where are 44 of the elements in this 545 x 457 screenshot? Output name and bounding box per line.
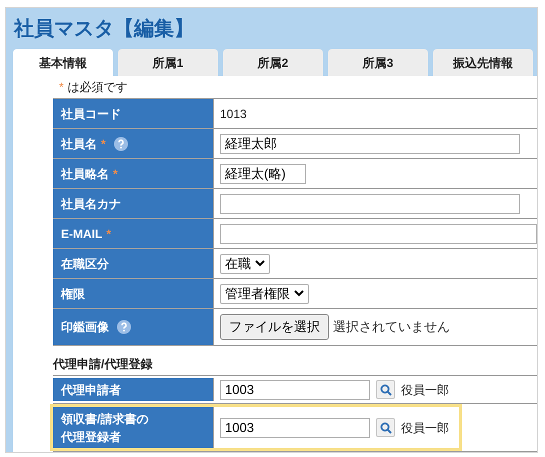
field-label: 代理登録者 <box>61 428 122 446</box>
choose-file-button[interactable]: ファイルを選択 <box>220 314 329 340</box>
input-field[interactable]: 1003 <box>220 418 370 438</box>
field-label: 印鑑画像 <box>61 319 109 336</box>
field-value: 1013 <box>220 106 247 122</box>
required-note: は必須です <box>68 79 128 96</box>
dropdown[interactable]: 管理者権限 <box>220 284 309 304</box>
required-mark: * <box>106 226 111 242</box>
field-label: 領収書/請求書の <box>61 410 148 428</box>
field-label: 在職区分 <box>61 256 109 272</box>
field-label: 社員名カナ <box>61 196 121 212</box>
search-icon <box>380 422 392 434</box>
dropdown[interactable]: 在職 <box>220 254 270 274</box>
search-button[interactable] <box>376 380 395 399</box>
field-label: E-MAIL <box>61 226 102 242</box>
employee-name: 役員一郎 <box>401 420 449 436</box>
section-heading: 代理申請/代理登録 <box>53 356 154 373</box>
search-button[interactable] <box>376 418 395 437</box>
tab[interactable]: 基本情報 <box>13 49 113 76</box>
tab[interactable]: 振込先情報 <box>433 49 533 76</box>
chevron-down-icon <box>255 260 265 267</box>
search-icon <box>380 384 392 396</box>
help-icon[interactable] <box>117 320 131 334</box>
input-field[interactable]: 経理太郎 <box>220 134 520 154</box>
input-field[interactable] <box>220 224 537 244</box>
field-label: 社員略名 <box>61 166 109 182</box>
field-label: 社員コード <box>61 106 121 122</box>
tab[interactable]: 所属3 <box>328 49 428 76</box>
file-status: 選択されていません <box>333 318 450 336</box>
help-icon[interactable] <box>114 136 128 150</box>
input-field[interactable]: 経理太(略) <box>220 164 306 184</box>
chevron-down-icon <box>294 290 304 297</box>
tab[interactable]: 所属2 <box>223 49 323 76</box>
required-mark: * <box>113 166 118 182</box>
page-title: 社員マスタ【編集】 <box>12 17 195 42</box>
field-label: 社員名 <box>61 136 97 152</box>
employee-name: 役員一郎 <box>401 382 449 398</box>
input-field[interactable] <box>220 194 520 214</box>
required-mark: * <box>101 136 106 152</box>
field-label: 権限 <box>61 286 85 302</box>
field-label: 代理申請者 <box>61 382 121 398</box>
required-mark: * <box>59 79 64 96</box>
tab[interactable]: 所属1 <box>118 49 218 76</box>
input-field[interactable]: 1003 <box>220 380 370 400</box>
